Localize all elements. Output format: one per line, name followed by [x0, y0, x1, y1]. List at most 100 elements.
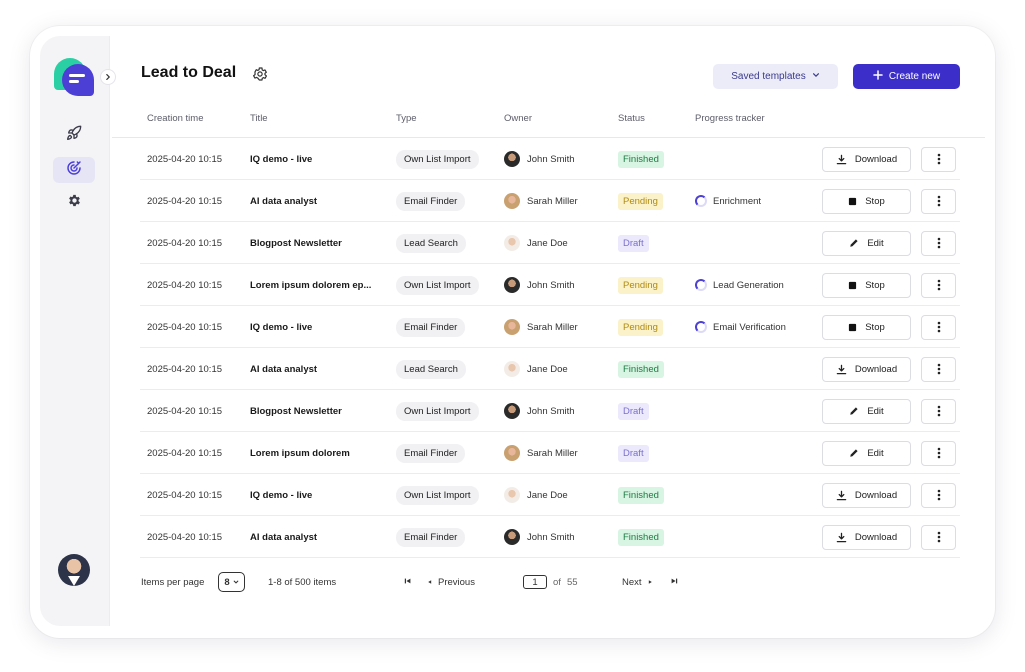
saved-templates-dropdown[interactable]: Saved templates: [713, 64, 838, 89]
action-label: Download: [854, 153, 898, 165]
row-menu-button[interactable]: [921, 272, 956, 298]
table-row[interactable]: 2025-04-20 10:15 Lorem ipsum dolorem Email…: [140, 432, 960, 474]
table-row[interactable]: 2025-04-20 10:15 AI data analyst Email Fin…: [140, 516, 960, 558]
pencil-icon: [849, 406, 859, 416]
action-label: Edit: [867, 237, 884, 249]
table-row[interactable]: 2025-04-20 10:15 IQ demo - live Own List I…: [140, 474, 960, 516]
action-label: Stop: [865, 195, 885, 207]
progress-tracker: Lead Generation: [695, 264, 784, 306]
column-header-type[interactable]: Type: [396, 113, 417, 124]
action-label: Download: [854, 531, 898, 543]
owner: Jane Doe: [504, 348, 568, 390]
table-row[interactable]: 2025-04-20 10:15 AI data analyst Lead Sear…: [140, 348, 960, 390]
download-button[interactable]: Download: [822, 482, 911, 508]
table-row[interactable]: 2025-04-20 10:15 Lorem ipsum dolorem ep..…: [140, 264, 960, 306]
edit-button[interactable]: Edit: [822, 398, 911, 424]
creation-time: 2025-04-20 10:15: [147, 195, 223, 207]
previous-label: Previous: [438, 576, 475, 588]
column-header-progress-tracker[interactable]: Progress tracker: [695, 113, 765, 124]
table-row[interactable]: 2025-04-20 10:15 IQ demo - live Email Find…: [140, 306, 960, 348]
type-badge: Email Finder: [396, 191, 466, 211]
download-button[interactable]: Download: [822, 524, 911, 550]
download-icon: [836, 364, 847, 375]
stop-button[interactable]: Stop: [822, 188, 911, 214]
row-menu-button[interactable]: [921, 440, 956, 466]
row-title[interactable]: AI data analyst: [250, 348, 380, 390]
rocket-icon: [66, 125, 82, 146]
owner-name: Jane Doe: [527, 237, 568, 249]
table-row[interactable]: 2025-04-20 10:15 Blogpost Newsletter Own L…: [140, 390, 960, 432]
row-menu-button[interactable]: [921, 230, 956, 256]
app-logo[interactable]: [54, 58, 94, 98]
owner: Jane Doe: [504, 474, 568, 516]
sidebar-collapse-button[interactable]: [100, 69, 116, 85]
stop-button[interactable]: Stop: [822, 314, 911, 340]
download-button[interactable]: Download: [822, 356, 911, 382]
row-title[interactable]: IQ demo - live: [250, 138, 380, 180]
row-menu-button[interactable]: [921, 314, 956, 340]
stop-icon: [848, 197, 857, 206]
status-badge: Pending: [618, 192, 663, 210]
row-title[interactable]: AI data analyst: [250, 516, 380, 558]
table-row[interactable]: 2025-04-20 10:15 Blogpost Newsletter Lead …: [140, 222, 960, 264]
row-menu-button[interactable]: [921, 398, 956, 424]
column-header-status[interactable]: Status: [618, 113, 645, 124]
row-title[interactable]: Blogpost Newsletter: [250, 390, 380, 432]
creation-time: 2025-04-20 10:15: [147, 447, 223, 459]
previous-page-button[interactable]: Previous: [427, 572, 475, 592]
page-title: Lead to Deal: [141, 64, 237, 81]
page-number-input[interactable]: 1: [523, 575, 547, 589]
user-avatar[interactable]: [58, 554, 90, 586]
row-title[interactable]: IQ demo - live: [250, 306, 380, 348]
gear-icon: [252, 67, 268, 86]
type-badge: Email Finder: [396, 443, 466, 463]
row-menu-button[interactable]: [921, 146, 956, 172]
column-header-title[interactable]: Title: [250, 113, 268, 124]
stop-icon: [848, 323, 857, 332]
column-header-owner[interactable]: Owner: [504, 113, 532, 124]
progress-step: Email Verification: [713, 321, 786, 333]
sidebar-item-campaigns[interactable]: [53, 157, 95, 183]
row-menu-button[interactable]: [921, 482, 956, 508]
progress-spinner-icon: [695, 279, 707, 291]
row-title[interactable]: Lorem ipsum dolorem ep...: [250, 264, 380, 306]
last-page-button[interactable]: [670, 572, 678, 592]
more-vertical-icon: [937, 531, 941, 543]
table-row[interactable]: 2025-04-20 10:15 IQ demo - live Own List I…: [140, 138, 960, 180]
items-per-page-value: 8: [224, 576, 230, 588]
next-page-button[interactable]: Next: [622, 572, 653, 592]
edit-button[interactable]: Edit: [822, 440, 911, 466]
row-menu-button[interactable]: [921, 188, 956, 214]
create-new-button[interactable]: Create new: [853, 64, 960, 89]
row-title[interactable]: Lorem ipsum dolorem: [250, 432, 380, 474]
stop-icon: [848, 281, 857, 290]
pencil-icon: [849, 238, 859, 248]
status-badge: Pending: [618, 318, 663, 336]
edit-button[interactable]: Edit: [822, 230, 911, 256]
sidebar-item-launch[interactable]: [53, 122, 95, 148]
table-row[interactable]: 2025-04-20 10:15 AI data analyst Email Fin…: [140, 180, 960, 222]
sidebar-item-settings[interactable]: [53, 190, 95, 216]
row-menu-button[interactable]: [921, 356, 956, 382]
owner: Sarah Miller: [504, 180, 578, 222]
pencil-icon: [849, 448, 859, 458]
app-window: Lead to Deal Saved templates Create new …: [30, 26, 995, 638]
page-settings-button[interactable]: [252, 66, 268, 82]
stop-button[interactable]: Stop: [822, 272, 911, 298]
chevron-down-icon: [233, 577, 239, 588]
items-per-page-select[interactable]: 8: [218, 572, 245, 592]
row-menu-button[interactable]: [921, 524, 956, 550]
more-vertical-icon: [937, 447, 941, 459]
type-badge: Email Finder: [396, 527, 466, 547]
row-title[interactable]: AI data analyst: [250, 180, 380, 222]
owner-avatar: [504, 445, 520, 461]
owner-name: John Smith: [527, 531, 575, 543]
plus-icon: [873, 70, 883, 83]
row-title[interactable]: Blogpost Newsletter: [250, 222, 380, 264]
type-badge: Lead Search: [396, 233, 466, 253]
owner: Sarah Miller: [504, 306, 578, 348]
first-page-button[interactable]: [404, 572, 412, 592]
download-button[interactable]: Download: [822, 146, 911, 172]
column-header-creation-time[interactable]: Creation time: [147, 113, 204, 124]
row-title[interactable]: IQ demo - live: [250, 474, 380, 516]
